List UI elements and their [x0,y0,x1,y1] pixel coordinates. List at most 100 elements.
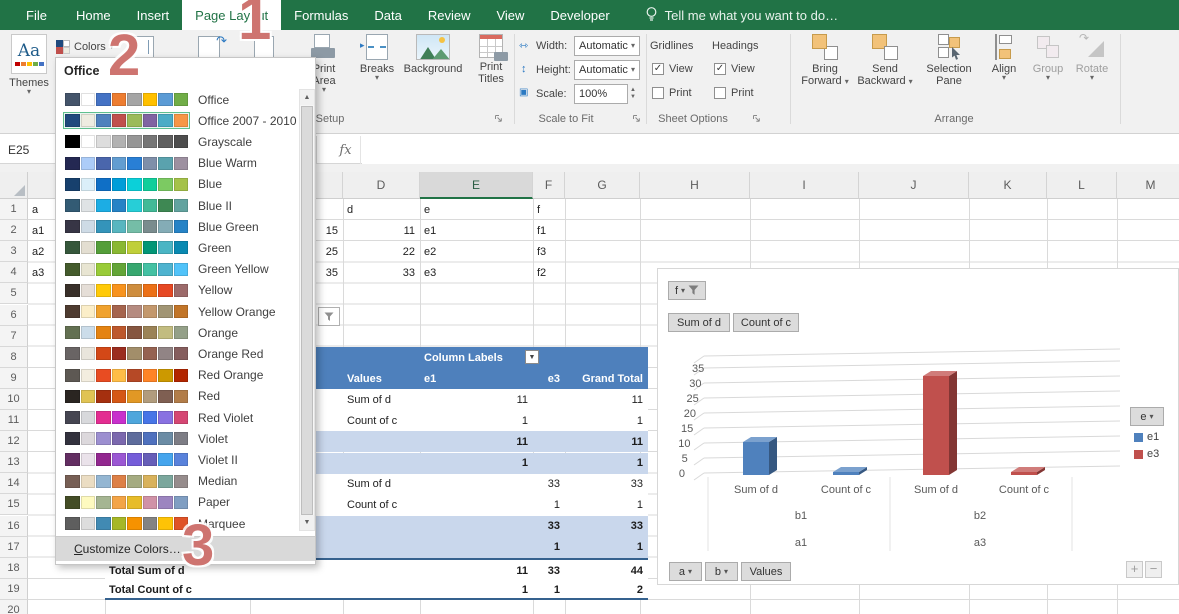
pivot-cell[interactable]: 11 [569,389,643,410]
bring-forward-button[interactable]: Bring Forward ▾ [798,34,852,87]
theme-item-median[interactable]: Median [56,471,300,492]
pivot-cell[interactable]: 33 [537,560,560,581]
pivot-cell[interactable]: Count of c [347,495,415,516]
column-header-D[interactable]: D [343,172,420,199]
pivot-cell[interactable]: Grand Total [569,368,643,389]
pivot-cell[interactable]: 1 [537,537,560,558]
breaks-button[interactable]: ▸ Breaks ▾ [349,34,405,81]
tab-developer[interactable]: Developer [537,0,622,30]
column-header-H[interactable]: H [640,172,750,199]
theme-item-yellow-orange[interactable]: Yellow Orange [56,301,300,322]
align-button[interactable]: ← Align ▾ [984,34,1024,81]
cell-E4[interactable]: e3 [424,262,528,283]
cell-D2[interactable]: 11 [347,220,415,241]
gridlines-print-checkbox[interactable]: Print [652,87,692,99]
pivot-cell[interactable]: 1 [569,410,643,431]
margins-icon[interactable] [128,36,154,58]
theme-item-orange-red[interactable]: Orange Red [56,343,300,364]
row-header-16[interactable]: 16 [0,516,28,537]
chart-axis-button-b[interactable]: b▾ [705,562,738,581]
pivot-cell[interactable]: Column Labels [424,347,528,368]
background-button[interactable]: Background [398,34,468,75]
tab-insert[interactable]: Insert [124,0,183,30]
theme-item-orange[interactable]: Orange [56,322,300,343]
colors-button[interactable]: Colors ▾ [56,36,116,58]
row-header-10[interactable]: 10 [0,389,28,410]
tab-view[interactable]: View [483,0,537,30]
pivot-cell[interactable]: 1 [569,453,643,474]
pivot-chart[interactable]: 05101520253035Sum of dCount of cSum of d… [657,268,1179,585]
autofilter-button[interactable] [318,307,340,326]
row-header-7[interactable]: 7 [0,326,28,347]
column-header-F[interactable]: F [533,172,565,199]
pivot-cell[interactable]: 33 [537,516,560,537]
pivot-cell[interactable]: Total Count of c [109,579,245,600]
theme-item-marquee[interactable]: Marquee [56,513,300,534]
cell-D1[interactable]: d [347,199,415,220]
pivot-cell[interactable]: 33 [569,516,643,537]
chart-field-button-sum-of-d[interactable]: Sum of d [668,313,730,332]
cell-F1[interactable]: f [537,199,560,220]
height-select[interactable]: Automatic▾ [574,60,640,80]
theme-item-violet[interactable]: Violet [56,428,300,449]
column-header-G[interactable]: G [565,172,640,199]
row-header-12[interactable]: 12 [0,431,28,452]
insert-function-button[interactable]: fx [331,136,361,164]
formula-input[interactable] [362,136,1179,164]
tab-formulas[interactable]: Formulas [281,0,361,30]
customize-colors-item[interactable]: Customize Colors… [56,536,315,561]
row-header-20[interactable]: 20 [0,600,28,614]
select-all-corner[interactable] [0,172,28,199]
pivot-cell[interactable]: 1 [424,579,528,600]
row-header-5[interactable]: 5 [0,283,28,304]
row-header-14[interactable]: 14 [0,473,28,494]
row-header-4[interactable]: 4 [0,262,28,283]
tab-data[interactable]: Data [361,0,414,30]
send-backward-button[interactable]: Send Backward ▾ [856,34,914,87]
scale-spinner[interactable]: ▲▼ [630,84,642,104]
cell-D3[interactable]: 22 [347,241,415,262]
theme-item-red[interactable]: Red [56,386,300,407]
chart-field-button-count-of-c[interactable]: Count of c [733,313,799,332]
cell-E1[interactable]: e [424,199,528,220]
column-header-M[interactable]: M [1117,172,1179,199]
theme-item-red-orange[interactable]: Red Orange [56,365,300,386]
row-header-8[interactable]: 8 [0,347,28,368]
theme-item-blue-green[interactable]: Blue Green [56,216,300,237]
tab-review[interactable]: Review [415,0,484,30]
page-setup-dialog-launcher-icon[interactable] [494,114,504,124]
column-labels-filter-icon[interactable]: ▼ [525,350,539,364]
pivot-cell[interactable]: 1 [424,453,528,474]
theme-item-office[interactable]: Office [56,89,300,110]
row-header-17[interactable]: 17 [0,537,28,558]
pivot-cell[interactable]: Sum of d [347,389,415,410]
pivot-cell[interactable]: 11 [569,431,643,452]
chart-axis-button-a[interactable]: a▾ [669,562,702,581]
scroll-down-icon[interactable]: ▼ [300,515,314,530]
row-header-11[interactable]: 11 [0,410,28,431]
pivot-cell[interactable]: 1 [569,495,643,516]
pivot-cell[interactable]: Sum of d [347,474,415,495]
column-header-E[interactable]: E [420,172,533,199]
theme-item-blue-warm[interactable]: Blue Warm [56,153,300,174]
scale-input[interactable]: 100% [574,84,628,104]
row-header-15[interactable]: 15 [0,494,28,515]
row-header-6[interactable]: 6 [0,305,28,326]
chart-legend-field-button[interactable]: e▾ [1130,407,1164,426]
group-button[interactable]: Group ▾ [1028,34,1068,81]
pivot-cell[interactable]: Values [347,368,415,389]
column-header-L[interactable]: L [1047,172,1117,199]
theme-item-green[interactable]: Green [56,237,300,258]
chart-axis-button-values[interactable]: Values [741,562,791,581]
theme-item-blue-ii[interactable]: Blue II [56,195,300,216]
chart-zoom-in-button[interactable]: + [1126,561,1143,578]
theme-item-yellow[interactable]: Yellow [56,280,300,301]
cell-F3[interactable]: f3 [537,241,560,262]
row-header-2[interactable]: 2 [0,220,28,241]
row-header-1[interactable]: 1 [0,199,28,220]
column-header-J[interactable]: J [859,172,969,199]
cell-E3[interactable]: e2 [424,241,528,262]
tab-home[interactable]: Home [63,0,124,30]
tab-page-layout[interactable]: Page Layout [182,0,281,30]
theme-item-green-yellow[interactable]: Green Yellow [56,259,300,280]
